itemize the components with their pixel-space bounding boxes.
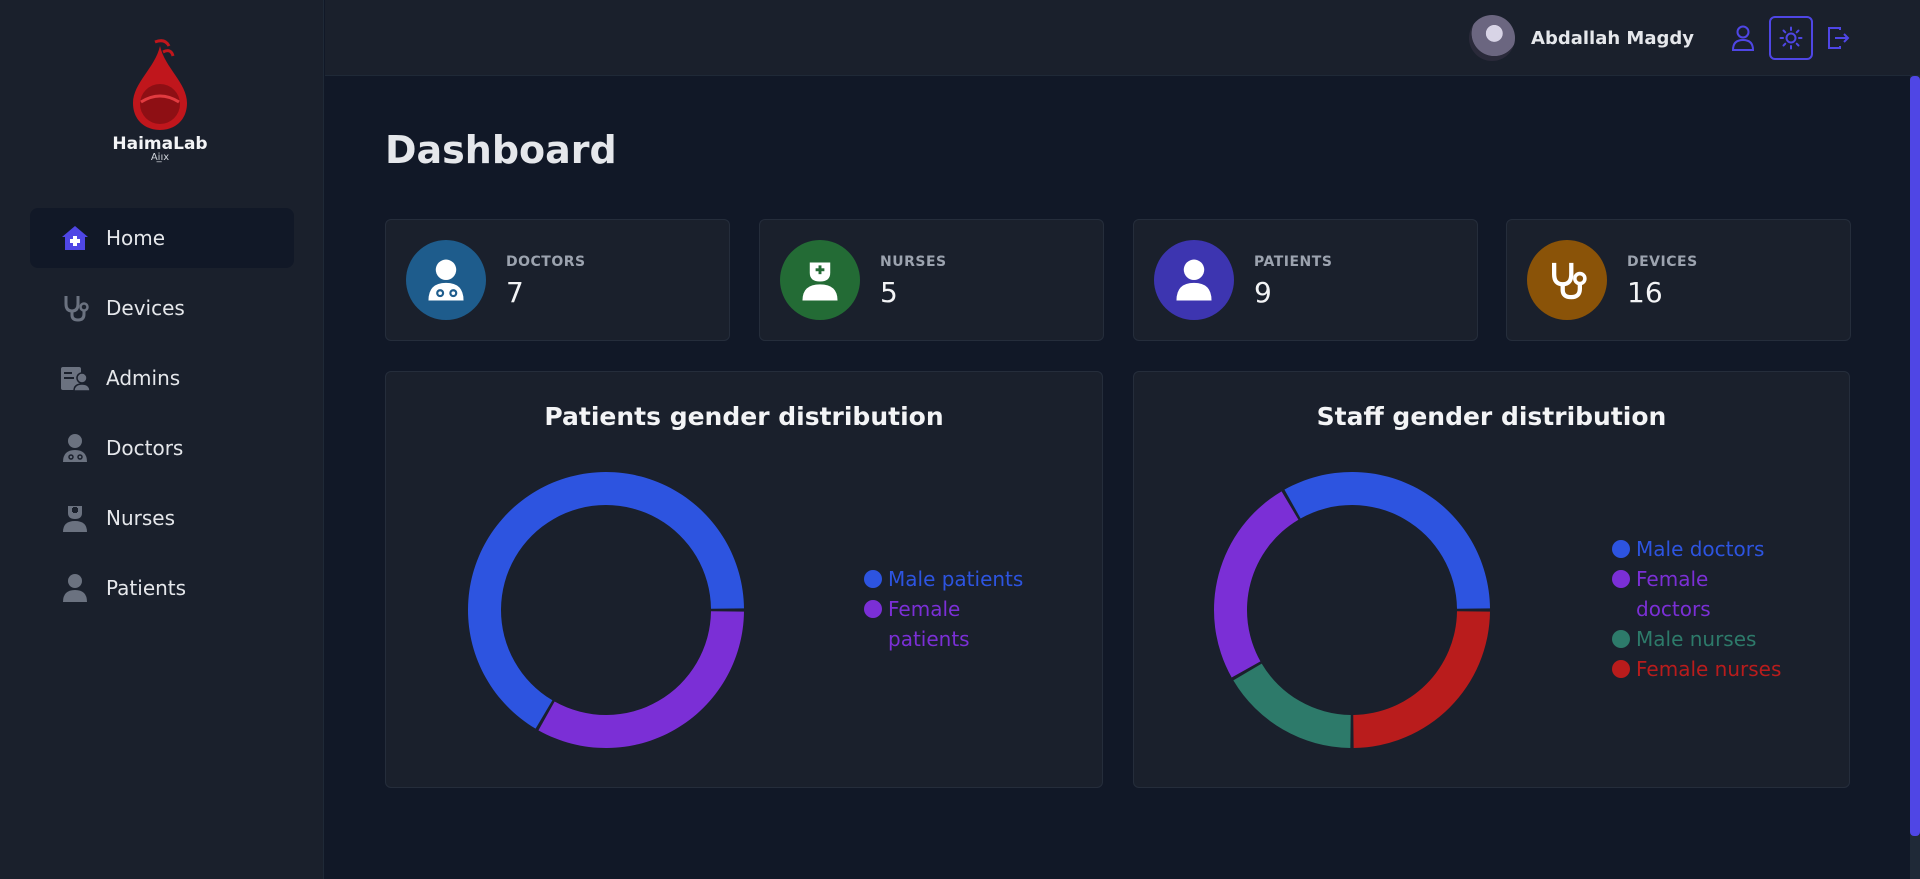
- stat-value: 5: [880, 276, 898, 309]
- chart-legend: Male patients Female patients: [864, 564, 1044, 654]
- scrollbar-thumb[interactable]: [1910, 76, 1920, 836]
- legend-label: Male nurses: [1636, 627, 1757, 651]
- sidebar-item-label: Doctors: [106, 436, 184, 460]
- doctor-icon: [60, 433, 90, 463]
- avatar[interactable]: [1469, 15, 1516, 61]
- brand-name: HaimaLab: [112, 134, 208, 154]
- user-menu[interactable]: Abdallah Magdy: [1469, 14, 1694, 62]
- sun-icon: [1779, 26, 1803, 50]
- stat-value: 9: [1254, 276, 1272, 309]
- id-card-user-icon: [60, 363, 90, 393]
- legend-label: Male patients: [888, 567, 1024, 591]
- sidebar-item-patients[interactable]: Patients: [30, 558, 294, 618]
- user-icon: [60, 573, 90, 603]
- profile-button[interactable]: [1721, 16, 1765, 60]
- profile-icon: [1731, 25, 1755, 51]
- patients-donut-chart: [468, 472, 744, 748]
- nurse-icon: [60, 503, 90, 533]
- sidebar-item-label: Nurses: [106, 506, 176, 530]
- sidebar-nav: Home Devices Admins Doctors Nurses Patie…: [30, 208, 294, 628]
- stethoscope-icon: [1552, 262, 1587, 300]
- chart-title: Patients gender distribution: [544, 402, 944, 431]
- stat-icon-circle: [1154, 240, 1234, 320]
- logout-button[interactable]: [1816, 16, 1860, 60]
- sidebar-item-label: Patients: [106, 576, 187, 600]
- legend-label: Female nurses: [1636, 657, 1782, 681]
- legend-item[interactable]: Male nurses: [1612, 624, 1812, 654]
- donut-slice-female-nurses[interactable]: [1353, 611, 1490, 748]
- sidebar-item-nurses[interactable]: Nurses: [30, 488, 294, 548]
- stat-card-patients: PATIENTS 9: [1133, 219, 1478, 341]
- sidebar-item-label: Devices: [106, 296, 185, 320]
- stat-icon-circle: [780, 240, 860, 320]
- legend-dot: [1612, 630, 1630, 648]
- staff-gender-chart-card: Staff gender distribution Male doctors F…: [1133, 371, 1850, 788]
- doctor-icon: [428, 259, 464, 301]
- donut-slice-male-doctors[interactable]: [1284, 472, 1490, 609]
- patients-gender-chart-card: Patients gender distribution Male patien…: [385, 371, 1103, 788]
- sidebar-item-label: Admins: [106, 366, 181, 390]
- staff-donut-chart: [1214, 472, 1490, 748]
- donut-slice-male-nurses[interactable]: [1233, 663, 1351, 748]
- blood-drop-logo-icon: [133, 39, 187, 130]
- legend-item[interactable]: Male patients: [864, 564, 1044, 594]
- theme-toggle-button[interactable]: [1769, 16, 1813, 60]
- legend-dot: [864, 600, 882, 618]
- stat-card-devices: DEVICES 16: [1506, 219, 1851, 341]
- stat-label: DEVICES: [1627, 254, 1698, 270]
- legend-dot: [864, 570, 882, 588]
- stat-label: DOCTORS: [506, 254, 586, 270]
- app-logo[interactable]: HaimaLab Ai̲ıx: [110, 38, 210, 163]
- legend-item[interactable]: Female patients: [864, 594, 1044, 654]
- stat-card-nurses: NURSES 5: [759, 219, 1104, 341]
- stat-value: 7: [506, 276, 524, 309]
- legend-item[interactable]: Male doctors: [1612, 534, 1812, 564]
- legend-label: Female patients: [888, 597, 970, 651]
- stat-label: NURSES: [880, 254, 947, 270]
- nurse-icon: [802, 262, 838, 301]
- sidebar-item-devices[interactable]: Devices: [30, 278, 294, 338]
- brand-subtitle: Ai̲ıx: [150, 152, 170, 163]
- sidebar-item-home[interactable]: Home: [30, 208, 294, 268]
- chart-legend: Male doctors Female doctors Male nurses …: [1612, 534, 1812, 684]
- user-icon: [1176, 259, 1212, 301]
- donut-slice-female-patients[interactable]: [538, 611, 744, 748]
- chart-title: Staff gender distribution: [1316, 402, 1667, 431]
- stat-value: 16: [1627, 276, 1663, 309]
- legend-item[interactable]: Female nurses: [1612, 654, 1812, 684]
- stat-label: PATIENTS: [1254, 254, 1333, 270]
- logout-icon: [1828, 27, 1850, 49]
- stat-icon-circle: [406, 240, 486, 320]
- legend-label: Male doctors: [1636, 537, 1765, 561]
- legend-item[interactable]: Female doctors: [1612, 564, 1812, 624]
- legend-label: Female doctors: [1636, 567, 1711, 621]
- legend-dot: [1612, 570, 1630, 588]
- stat-card-doctors: DOCTORS 7: [385, 219, 730, 341]
- legend-dot: [1612, 660, 1630, 678]
- sidebar-item-admins[interactable]: Admins: [30, 348, 294, 408]
- home-medical-icon: [60, 223, 90, 253]
- sidebar-item-doctors[interactable]: Doctors: [30, 418, 294, 478]
- stat-icon-circle: [1527, 240, 1607, 320]
- user-name: Abdallah Magdy: [1531, 27, 1694, 49]
- stethoscope-icon: [60, 293, 90, 323]
- sidebar: HaimaLab Ai̲ıx Home Devices Admins Docto…: [0, 0, 324, 879]
- page-title: Dashboard: [385, 128, 617, 172]
- sidebar-item-label: Home: [106, 226, 166, 250]
- donut-slice-female-doctors[interactable]: [1214, 491, 1299, 678]
- legend-dot: [1612, 540, 1630, 558]
- top-header: Abdallah Magdy: [325, 0, 1920, 76]
